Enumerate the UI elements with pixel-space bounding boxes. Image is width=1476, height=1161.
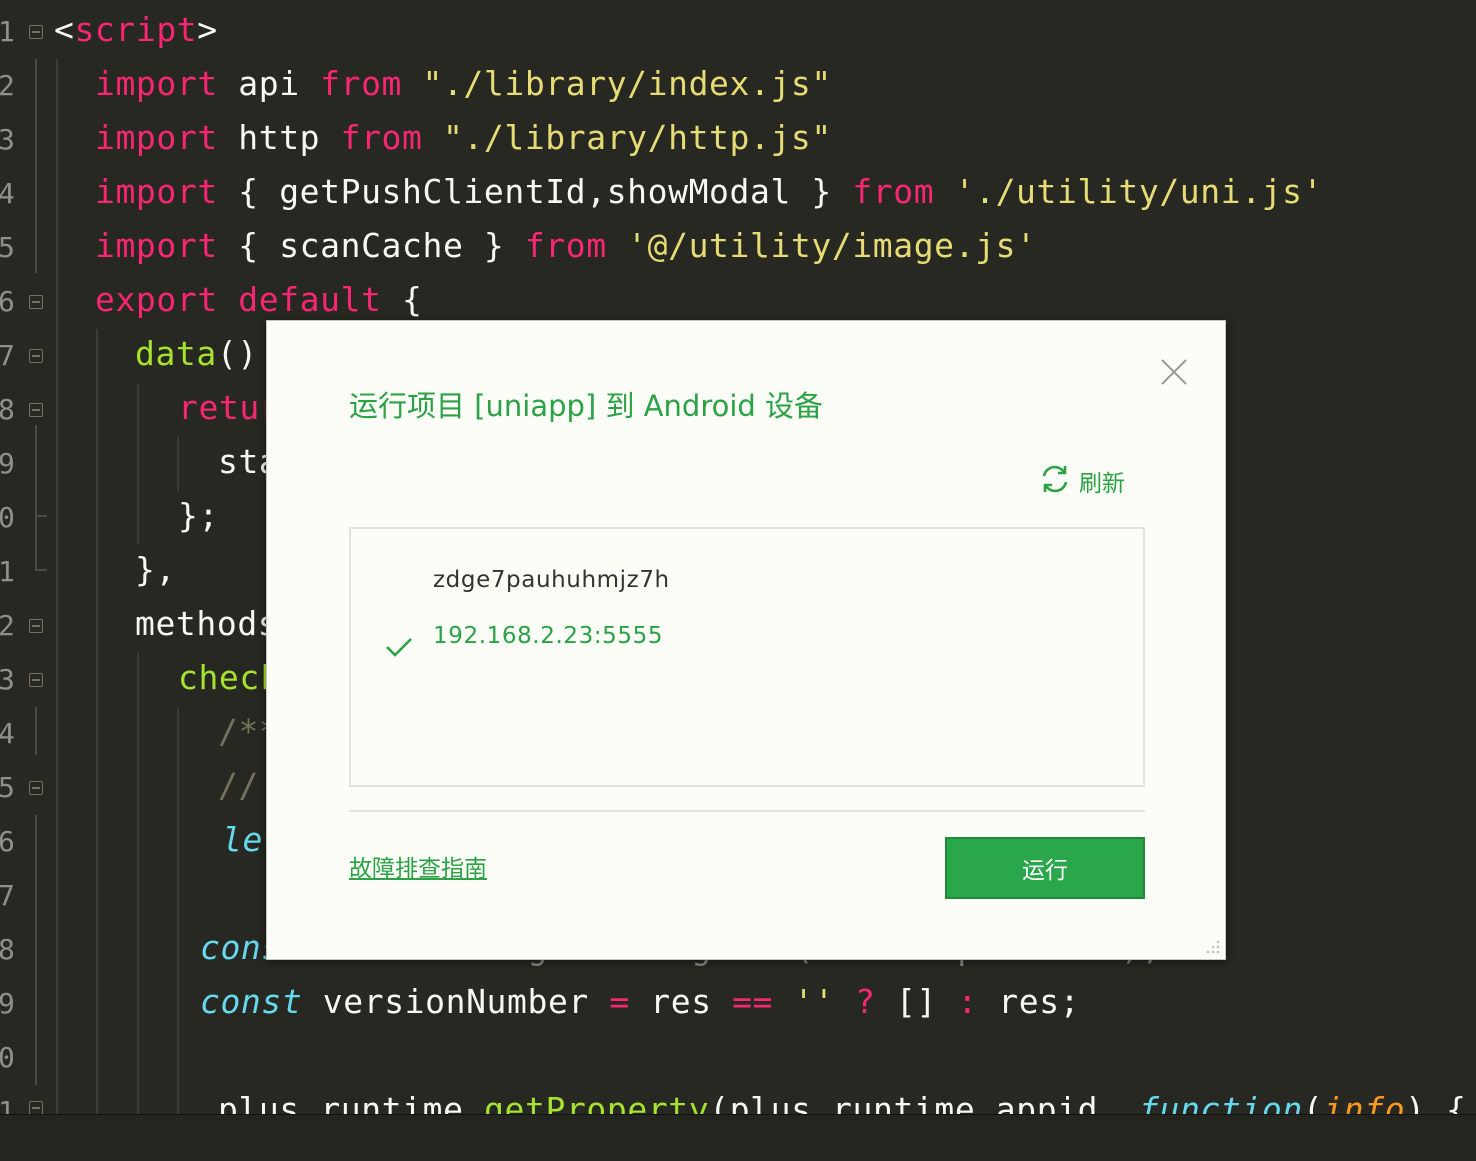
line-number: 2 xyxy=(0,609,15,642)
code-line: const versionNumber = res == '' ? [] : r… xyxy=(200,982,1081,1021)
code-line: <script> xyxy=(54,10,218,49)
line-number: 6 xyxy=(0,825,15,858)
line-number: 1 xyxy=(0,555,15,588)
line-number: 1 xyxy=(0,15,15,48)
refresh-icon xyxy=(1039,463,1071,499)
line-number: 7 xyxy=(0,879,15,912)
fold-toggle-icon[interactable] xyxy=(29,295,43,309)
device-name: zdge7pauhuhmjz7h xyxy=(433,567,670,593)
troubleshoot-guide-link[interactable]: 故障排查指南 xyxy=(349,849,487,883)
line-number: 7 xyxy=(0,339,15,372)
fold-guide xyxy=(35,707,37,755)
code-line: plus.runtime.getProperty(plus.runtime.ap… xyxy=(218,1090,1467,1114)
code-line: import { getPushClientId,showModal } fro… xyxy=(95,172,1324,211)
device-name: 192.168.2.23:5555 xyxy=(433,623,664,649)
indent-guide xyxy=(137,383,139,545)
fold-end-marker xyxy=(35,515,47,517)
code-line: retur xyxy=(178,388,281,427)
line-number: 9 xyxy=(0,987,15,1020)
checkmark-icon xyxy=(385,626,413,657)
fold-guide xyxy=(35,59,37,273)
fold-toggle-icon[interactable] xyxy=(29,349,43,363)
refresh-label: 刷新 xyxy=(1079,471,1125,497)
code-line: import { scanCache } from '@/utility/ima… xyxy=(95,226,1037,265)
fold-toggle-icon[interactable] xyxy=(29,25,43,39)
line-number: 3 xyxy=(0,123,15,156)
code-line: data() xyxy=(135,334,258,373)
fold-toggle-icon[interactable] xyxy=(29,1101,43,1114)
line-number: 3 xyxy=(0,663,15,696)
fold-end-marker xyxy=(35,569,47,571)
code-line: import http from "./library/http.js" xyxy=(95,118,832,157)
line-number: 8 xyxy=(0,933,15,966)
line-number: 8 xyxy=(0,393,15,426)
run-button[interactable]: 运行 xyxy=(945,837,1145,899)
fold-toggle-icon[interactable] xyxy=(29,781,43,795)
indent-guide xyxy=(177,707,179,1114)
line-number: 0 xyxy=(0,1041,15,1074)
indent-guide xyxy=(177,437,179,491)
code-line: import api from "./library/index.js" xyxy=(95,64,832,103)
fold-guide xyxy=(35,515,37,570)
close-icon[interactable] xyxy=(1159,357,1189,387)
fold-toggle-icon[interactable] xyxy=(29,403,43,417)
status-bar xyxy=(0,1114,1476,1161)
line-number: 5 xyxy=(0,771,15,804)
line-number: 6 xyxy=(0,285,15,318)
dialog-title: 运行项目 [uniapp] 到 Android 设备 xyxy=(349,389,824,423)
line-number: 4 xyxy=(0,717,15,750)
indent-guide xyxy=(56,59,58,1114)
line-number: 4 xyxy=(0,177,15,210)
divider xyxy=(349,810,1145,812)
line-number: 5 xyxy=(0,231,15,264)
refresh-button[interactable]: 刷新 xyxy=(1039,463,1125,499)
resize-grip-icon[interactable] xyxy=(1205,939,1221,955)
fold-guide xyxy=(35,425,37,515)
code-line: check xyxy=(178,658,281,697)
code-line: }, xyxy=(135,550,176,589)
fold-toggle-icon[interactable] xyxy=(29,619,43,633)
line-gutter: 1 2 3 4 5 6 7 8 9 0 1 2 3 4 5 6 7 8 9 0 … xyxy=(0,0,56,1114)
device-item[interactable]: zdge7pauhuhmjz7h xyxy=(351,556,1143,604)
line-number: 9 xyxy=(0,447,15,480)
run-device-dialog: 运行项目 [uniapp] 到 Android 设备 刷新 zdge7pauhu… xyxy=(266,320,1226,960)
device-list: zdge7pauhuhmjz7h 192.168.2.23:5555 xyxy=(349,527,1145,787)
code-line: }; xyxy=(178,496,219,535)
line-number: 0 xyxy=(0,501,15,534)
code-line: methods xyxy=(135,604,279,643)
line-number: 2 xyxy=(0,69,15,102)
indent-guide xyxy=(137,653,139,1114)
fold-toggle-icon[interactable] xyxy=(29,673,43,687)
indent-guide xyxy=(96,329,98,1114)
line-number: 1 xyxy=(0,1095,15,1114)
code-line: export default { xyxy=(95,280,423,319)
fold-guide xyxy=(35,815,37,1085)
code-line: // xyxy=(218,766,259,805)
device-item-selected[interactable]: 192.168.2.23:5555 xyxy=(351,612,1143,660)
